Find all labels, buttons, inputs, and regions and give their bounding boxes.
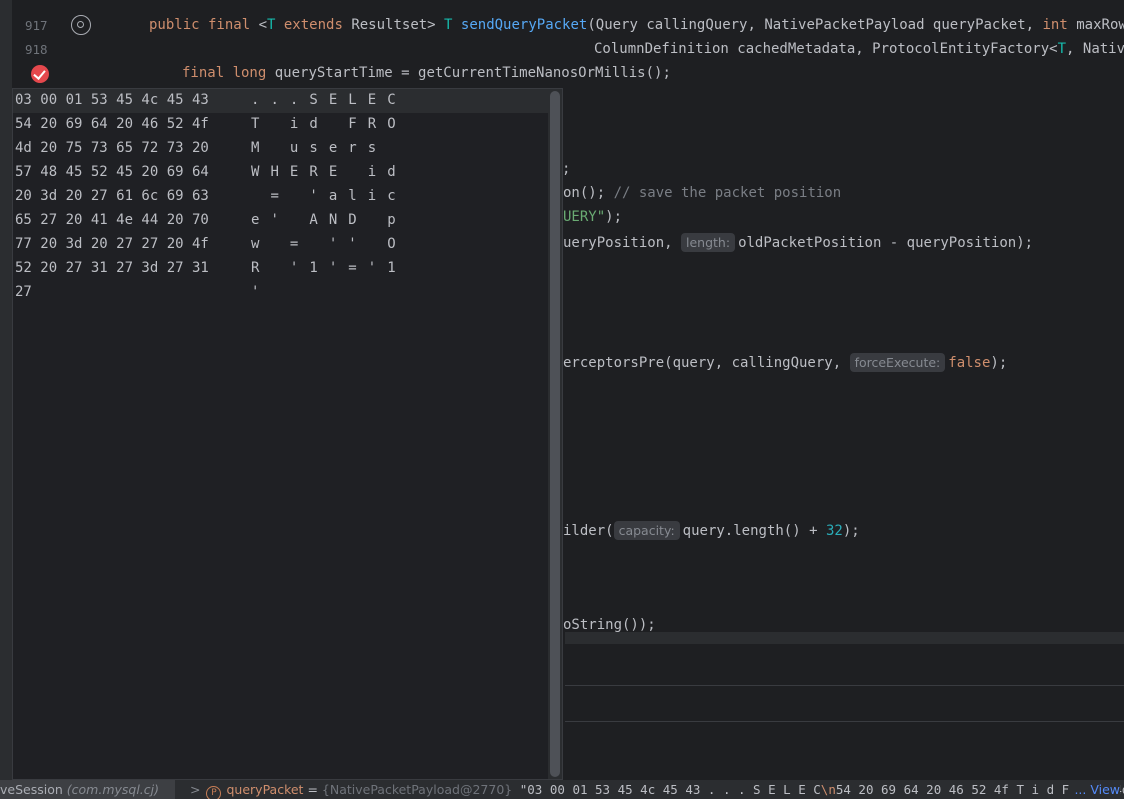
chevron-right-icon[interactable]: > xyxy=(190,782,200,797)
view-link[interactable]: ... View xyxy=(1070,780,1120,799)
debugger-panel xyxy=(565,632,1124,780)
code-line-917: public final <T extends Resultset> T sen… xyxy=(149,17,1124,33)
hex-viewer-popup[interactable]: 03 00 01 53 45 4c 45 43 . . . S E L E C … xyxy=(12,88,563,780)
variable-name: queryPacket xyxy=(226,782,304,797)
hex-ascii: = ' a l i c xyxy=(251,188,397,204)
hex-bytes: 20 3d 20 27 61 6c 69 63 xyxy=(15,188,209,204)
line-number-917: 917 xyxy=(25,18,48,33)
hex-ascii: . . . S E L E C xyxy=(251,92,397,108)
code-line-918: ColumnDefinition cachedMetadata, Protoco… xyxy=(594,41,1124,57)
hex-ascii: T i d F R O xyxy=(251,116,397,132)
hex-bytes: 57 48 45 52 45 20 69 64 xyxy=(15,164,209,180)
horizontal-scrollbar[interactable] xyxy=(565,632,1124,644)
popup-scrollbar[interactable] xyxy=(548,89,562,779)
line-number-918: 918 xyxy=(25,42,48,57)
hex-bytes: 4d 20 75 73 65 72 73 20 xyxy=(15,140,209,156)
breakpoint-icon[interactable] xyxy=(31,65,49,83)
hex-bytes: 77 20 3d 20 27 27 20 4f xyxy=(15,236,209,252)
hex-ascii: W H E R E i d xyxy=(251,164,397,180)
param-hint-capacity: capacity: xyxy=(613,521,680,540)
hex-row[interactable]: 54 20 69 64 20 46 52 4f T i d F R O xyxy=(13,113,548,137)
hex-ascii: ' xyxy=(251,284,261,300)
panel-row xyxy=(565,644,1124,686)
hex-row[interactable]: 27 ' xyxy=(13,281,548,305)
hex-bytes: 52 20 27 31 27 3d 27 31 xyxy=(15,260,209,276)
hex-bytes: 27 xyxy=(15,284,32,300)
hex-ascii: w = ' ' O xyxy=(251,236,397,252)
parameter-icon: P xyxy=(206,786,222,799)
frame-label[interactable]: veSession (com.mysql.cj) xyxy=(0,780,175,799)
override-at-icon[interactable] xyxy=(71,15,91,35)
hex-row[interactable]: 77 20 3d 20 27 27 20 4f w = ' ' O xyxy=(13,233,548,257)
tool-window-stripe xyxy=(0,0,12,799)
hex-ascii: e ' A N D p xyxy=(251,212,397,228)
hex-row[interactable]: 52 20 27 31 27 3d 27 31 R ' 1 ' = ' 1 xyxy=(13,257,548,281)
hex-ascii: M u s e r s xyxy=(251,140,378,156)
hex-ascii: R ' 1 ' = ' 1 xyxy=(251,260,397,276)
popup-scrollbar-thumb[interactable] xyxy=(550,91,560,777)
code-line-save: on(); // save the packet position xyxy=(563,185,842,201)
param-hint-length: length: xyxy=(681,233,736,252)
hex-bytes: 65 27 20 41 4e 44 20 70 xyxy=(15,212,209,228)
variable-type: {NativePacketPayload@2770} xyxy=(321,782,513,797)
code-line-query: UERY"); xyxy=(563,209,623,225)
hex-row[interactable]: 57 48 45 52 45 20 69 64 W H E R E i d xyxy=(13,161,548,185)
variable-row[interactable]: > PqueryPacket = {NativePacketPayload@277… xyxy=(190,780,1124,799)
hex-bytes: 03 00 01 53 45 4c 45 43 xyxy=(15,92,209,108)
debugger-variable-bar: veSession (com.mysql.cj) > PqueryPacket =… xyxy=(0,780,1124,799)
param-hint-force-execute: forceExecute: xyxy=(849,353,946,372)
code-line-semicolon: ; xyxy=(562,161,571,177)
hex-row[interactable]: 20 3d 20 27 61 6c 69 63 = ' a l i c xyxy=(13,185,548,209)
code-line-current: final long queryStartTime = getCurrentTi… xyxy=(182,65,671,81)
hex-row[interactable]: 03 00 01 53 45 4c 45 43 . . . S E L E C xyxy=(13,89,548,113)
code-line-position: ueryPosition, length: oldPacketPosition -… xyxy=(563,233,1034,252)
code-line-builder: ilder(capacity: query.length() + 32); xyxy=(563,521,860,540)
variable-value: "03 00 01 53 45 4c 45 43 . . . S E L E C… xyxy=(512,782,1124,797)
hex-row[interactable]: 65 27 20 41 4e 44 20 70 e ' A N D p xyxy=(13,209,548,233)
hex-row[interactable]: 4d 20 75 73 65 72 73 20 M u s e r s xyxy=(13,137,548,161)
code-line-interceptors: erceptorsPre(query, callingQuery, forceE… xyxy=(563,353,1008,372)
panel-row xyxy=(565,686,1124,722)
hex-bytes: 54 20 69 64 20 46 52 4f xyxy=(15,116,209,132)
code-line-tostring: oString()); xyxy=(563,617,656,633)
